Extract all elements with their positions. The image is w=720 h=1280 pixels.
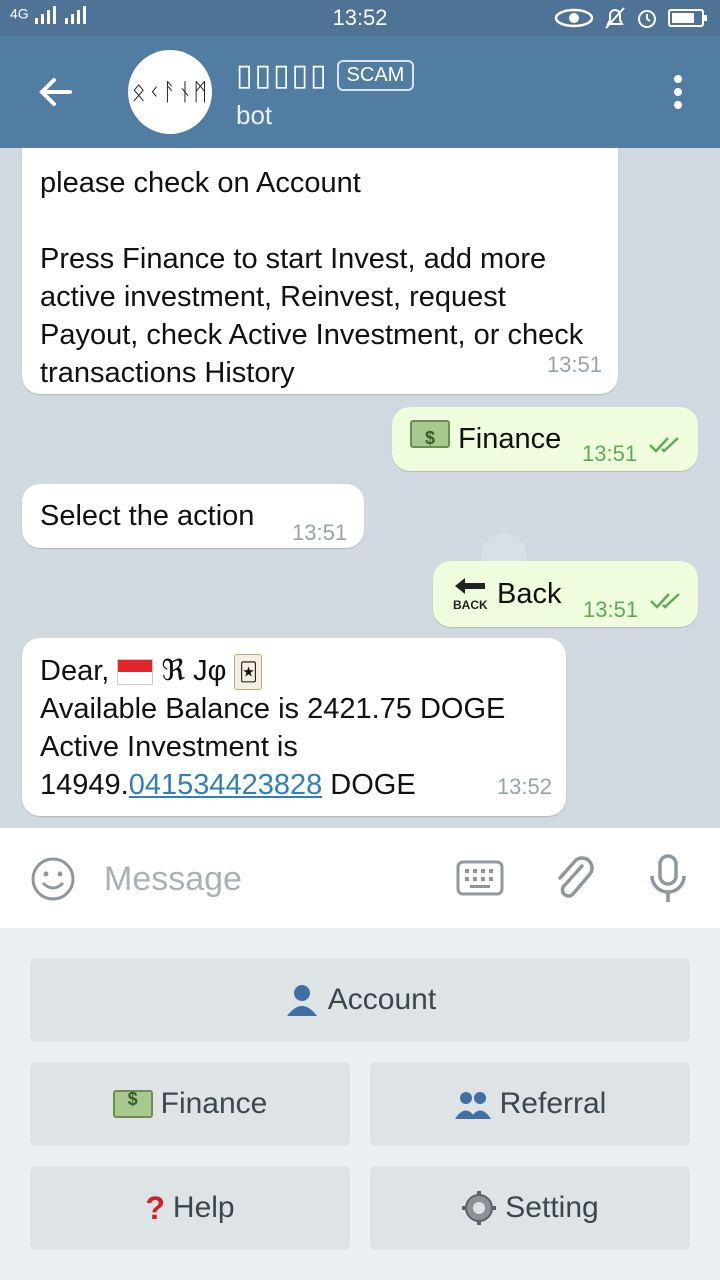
setting-button[interactable]: Setting: [370, 1166, 690, 1250]
message-list[interactable]: please check on Account Press Finance to…: [0, 148, 720, 828]
user-name: ℜ Jφ: [161, 655, 227, 687]
message-text: Finance: [458, 423, 562, 455]
joker-card-icon: 🃏: [234, 654, 263, 691]
indonesia-flag-icon: [117, 659, 154, 686]
back-arrow-icon: BACK: [453, 578, 488, 612]
account-label: Account: [327, 983, 437, 1016]
message-text: Select the action: [40, 500, 255, 532]
status-bar: 4G 13:52: [0, 0, 720, 36]
incoming-message[interactable]: please check on Account Press Finance to…: [22, 148, 618, 394]
users-icon: [454, 1092, 491, 1119]
eye-icon: [554, 8, 594, 28]
help-button[interactable]: ? Help: [30, 1166, 350, 1250]
message-time: 13:51: [546, 352, 602, 377]
emoji-icon[interactable]: [30, 856, 76, 902]
attach-icon[interactable]: [552, 854, 598, 904]
svg-text:BACK: BACK: [453, 598, 488, 612]
message-text: Press Finance to start Invest, add more …: [40, 243, 584, 389]
message-text: Back: [497, 578, 562, 610]
referral-button[interactable]: Referral: [370, 1062, 690, 1146]
phone-number-link[interactable]: 041534423828: [129, 769, 323, 801]
referral-label: Referral: [499, 1087, 607, 1120]
active-investment-text: Active Investment is: [40, 731, 298, 764]
incoming-message[interactable]: Dear, ℜ Jφ 🃏 Available Balance is 2421.7…: [22, 638, 566, 816]
greeting-text: Dear,: [40, 655, 110, 687]
microphone-icon[interactable]: [646, 852, 690, 906]
message-input[interactable]: Message: [104, 860, 242, 899]
bot-keyboard: Account Finance Referral ? Help Setting: [0, 928, 720, 1280]
finance-button[interactable]: Finance: [30, 1062, 350, 1146]
message-time: 13:51: [582, 441, 638, 466]
alarm-icon: [638, 10, 656, 28]
finance-label: Finance: [160, 1087, 268, 1120]
amount-prefix: 14949.: [40, 769, 129, 802]
message-time: 13:51: [292, 520, 348, 545]
setting-label: Setting: [505, 1191, 599, 1224]
keyboard-icon[interactable]: [456, 860, 504, 896]
chat-subtitle: bot: [236, 100, 273, 130]
chat-header: ᛟᚲᚨᚾᛗ ▯▯▯▯▯ SCAM bot: [0, 36, 720, 148]
user-icon: [286, 985, 317, 1016]
scam-badge: SCAM: [336, 60, 415, 91]
money-icon: [112, 1089, 153, 1118]
outgoing-message[interactable]: BACK Back 13:51: [433, 561, 698, 627]
money-icon: [410, 419, 450, 457]
double-check-icon: [649, 437, 679, 453]
incoming-message[interactable]: Select the action 13:51: [22, 484, 364, 548]
message-time: 13:52: [496, 774, 552, 799]
back-arrow-icon[interactable]: [36, 72, 76, 112]
battery-icon: [668, 9, 707, 27]
account-button[interactable]: Account: [30, 958, 690, 1042]
more-options-icon[interactable]: [672, 74, 684, 110]
double-check-icon: [650, 593, 680, 609]
message-time: 13:51: [583, 597, 639, 622]
mute-bell-icon: [605, 7, 625, 29]
help-label: Help: [172, 1191, 235, 1224]
avatar[interactable]: ᛟᚲᚨᚾᛗ: [128, 50, 212, 134]
amount-suffix: DOGE: [322, 769, 416, 802]
chat-title[interactable]: ▯▯▯▯▯: [236, 58, 329, 93]
message-composer: Message: [0, 828, 720, 928]
balance-text: Available Balance is 2421.75 DOGE: [40, 693, 506, 726]
outgoing-message[interactable]: Finance 13:51: [392, 407, 698, 471]
question-mark-icon: ?: [145, 1189, 165, 1226]
gear-icon: [462, 1191, 497, 1225]
message-text: please check on Account: [40, 167, 361, 199]
